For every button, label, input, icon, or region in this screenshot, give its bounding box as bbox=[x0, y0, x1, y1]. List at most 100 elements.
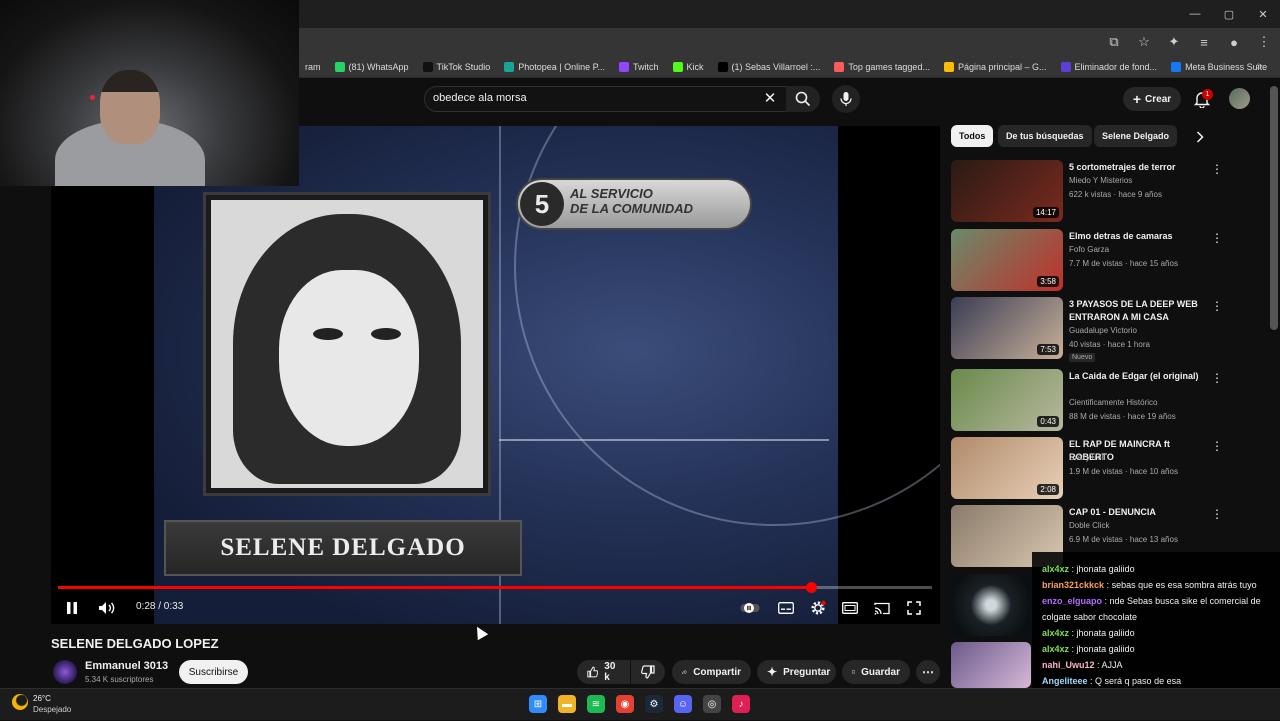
progress-bar[interactable] bbox=[58, 582, 932, 593]
recommendation-thumbnail[interactable]: 3:58 bbox=[951, 229, 1063, 291]
windows-start-icon[interactable]: ⊞ bbox=[529, 695, 547, 713]
media-controls-icon[interactable]: ≡ bbox=[1196, 35, 1212, 50]
pause-button[interactable] bbox=[63, 599, 81, 617]
recommendation-channel[interactable]: Miedo Y Misterios bbox=[1069, 176, 1132, 185]
volume-button[interactable] bbox=[97, 599, 117, 617]
recommendation-channel[interactable]: Fofo Garza bbox=[1069, 245, 1109, 254]
channel-avatar[interactable] bbox=[53, 660, 77, 684]
save-button[interactable]: Guardar bbox=[842, 660, 910, 684]
profile-icon[interactable]: ● bbox=[1226, 35, 1242, 50]
fullscreen-button[interactable] bbox=[905, 599, 923, 617]
channel-name[interactable]: Emmanuel 3013 bbox=[85, 660, 168, 672]
chat-text: jhonata galiido bbox=[1076, 628, 1135, 638]
video-duration: 0:43 bbox=[1037, 416, 1059, 427]
recommendation-channel[interactable]: Cientificamente Histórico bbox=[1069, 398, 1157, 407]
more-actions-button[interactable]: ⋯ bbox=[916, 660, 940, 684]
bookmarks-more-button[interactable]: » bbox=[1256, 56, 1262, 78]
chat-text: jhonata galiido bbox=[1076, 644, 1135, 654]
recommendation-thumbnail[interactable]: 7:53 bbox=[951, 297, 1063, 359]
bookmark-label: Photopea | Online P... bbox=[518, 61, 605, 72]
recommendation-item[interactable]: 0:43 La Caida de Edgar (el original) Cient… bbox=[951, 369, 1251, 431]
chip-from-your-searches[interactable]: De tus búsquedas bbox=[998, 125, 1092, 147]
steam-icon[interactable]: ⚙ bbox=[645, 695, 663, 713]
recommendation-title[interactable]: CAP 01 - DENUNCIA bbox=[1069, 506, 1209, 519]
bookmark-item[interactable]: Kick bbox=[666, 61, 711, 72]
bookmark-item[interactable]: Eliminador de fond... bbox=[1054, 61, 1165, 72]
recommendation-title[interactable]: La Caida de Edgar (el original) bbox=[1069, 370, 1209, 383]
browser-menu-icon[interactable]: ⋮ bbox=[1256, 34, 1272, 50]
more-vertical-icon[interactable]: ⋮ bbox=[1211, 299, 1223, 313]
close-window-button[interactable]: ✕ bbox=[1246, 0, 1280, 28]
fullscreen-icon bbox=[907, 601, 921, 615]
maximize-button[interactable]: ▢ bbox=[1212, 0, 1246, 28]
bookmark-item[interactable]: Página principal – G... bbox=[937, 61, 1054, 72]
minimize-button[interactable]: — bbox=[1178, 0, 1212, 28]
search-button[interactable] bbox=[786, 86, 820, 112]
voice-search-button[interactable] bbox=[832, 85, 860, 113]
settings-button[interactable] bbox=[809, 599, 827, 617]
create-button[interactable]: + Crear bbox=[1123, 87, 1181, 111]
search-input[interactable]: obedece ala morsa bbox=[433, 92, 733, 106]
bookmark-item[interactable]: (81) WhatsApp bbox=[328, 61, 416, 72]
more-vertical-icon[interactable]: ⋮ bbox=[1211, 231, 1223, 245]
bookmark-item[interactable]: TikTok Studio bbox=[416, 61, 498, 72]
subtitles-button[interactable] bbox=[777, 599, 795, 617]
bookmark-star-icon[interactable]: ☆ bbox=[1136, 34, 1152, 50]
cast-button[interactable] bbox=[873, 599, 891, 617]
recommendation-title[interactable]: 5 cortometrajes de terror bbox=[1069, 161, 1209, 174]
extensions-icon[interactable]: ✦ bbox=[1166, 34, 1182, 50]
install-app-icon[interactable]: ⧉ bbox=[1106, 34, 1122, 50]
obs-icon[interactable]: ◎ bbox=[703, 695, 721, 713]
dislike-button[interactable] bbox=[631, 660, 665, 684]
bookmark-item[interactable]: Photopea | Online P... bbox=[497, 61, 612, 72]
chip-selene-delgado[interactable]: Selene Delgado bbox=[1094, 125, 1178, 147]
page-scrollbar[interactable] bbox=[1270, 86, 1278, 330]
bookmark-item[interactable]: Twitch bbox=[612, 61, 666, 72]
recommendation-thumbnail[interactable]: 14:17 bbox=[951, 160, 1063, 222]
file-explorer-icon[interactable]: ▬ bbox=[558, 695, 576, 713]
recommendation-thumbnail[interactable]: 0:43 bbox=[951, 369, 1063, 431]
recommendation-channel[interactable]: Doble Click bbox=[1069, 521, 1109, 530]
autoplay-toggle[interactable] bbox=[740, 599, 760, 617]
weather-moon-icon[interactable] bbox=[12, 694, 28, 710]
like-button[interactable]: 30 k bbox=[577, 660, 630, 684]
user-avatar[interactable] bbox=[1229, 88, 1250, 109]
more-vertical-icon[interactable]: ⋮ bbox=[1211, 439, 1223, 453]
chat-message: alx4xz : jhonata galiido bbox=[1042, 641, 1274, 657]
video-player[interactable]: 5 AL SERVICIO DE LA COMUNIDAD SELENE DEL… bbox=[51, 126, 940, 624]
recommendation-item[interactable]: 7:53 3 PAYASOS DE LA DEEP WEB ENTRARON A … bbox=[951, 297, 1251, 362]
recommendation-thumbnail[interactable] bbox=[951, 574, 1031, 636]
spotify-icon[interactable]: ≋ bbox=[587, 695, 605, 713]
recommendation-item[interactable]: 3:58 Elmo detras de camaras Fofo Garza 7.7 … bbox=[951, 229, 1251, 291]
theater-mode-button[interactable] bbox=[841, 599, 859, 617]
more-vertical-icon[interactable]: ⋮ bbox=[1211, 507, 1223, 521]
recommendation-thumbnail[interactable] bbox=[951, 642, 1031, 688]
recommendation-item[interactable]: 14:17 5 cortometrajes de terror Miedo Y Mi… bbox=[951, 160, 1251, 222]
share-button[interactable]: Compartir bbox=[672, 660, 751, 684]
video-title: SELENE DELGADO LOPEZ bbox=[51, 636, 219, 651]
more-vertical-icon[interactable]: ⋮ bbox=[1211, 371, 1223, 385]
tiktok-live-icon[interactable]: ♪ bbox=[732, 695, 750, 713]
weather-description[interactable]: Despejado bbox=[33, 705, 71, 714]
bookmark-item[interactable]: Top games tagged... bbox=[827, 61, 937, 72]
subscribe-button[interactable]: Suscribirse bbox=[179, 660, 248, 684]
recommendation-channel[interactable]: CrazyTroll bbox=[1069, 453, 1105, 462]
search-clear-button[interactable]: ✕ bbox=[762, 91, 778, 107]
microphone-icon bbox=[840, 92, 852, 106]
recommendation-channel[interactable]: Guadalupe Victorio bbox=[1069, 326, 1137, 335]
recommendation-title[interactable]: Elmo detras de camaras bbox=[1069, 230, 1209, 243]
more-vertical-icon[interactable]: ⋮ bbox=[1211, 162, 1223, 176]
chips-next-button[interactable] bbox=[1196, 131, 1204, 146]
chip-all[interactable]: Todos bbox=[951, 125, 994, 147]
recommendation-item[interactable]: 2:08 EL RAP DE MAINCRA ft ROBERTO CrazyTro… bbox=[951, 437, 1251, 499]
bookmark-item[interactable]: ram bbox=[298, 62, 328, 72]
recommendation-thumbnail[interactable]: 2:08 bbox=[951, 437, 1063, 499]
weather-temperature[interactable]: 26°C bbox=[33, 694, 51, 703]
recommendation-title[interactable]: 3 PAYASOS DE LA DEEP WEB ENTRARON A MI C… bbox=[1069, 298, 1209, 324]
graphic-horizontal-line bbox=[499, 439, 829, 441]
bookmark-item[interactable]: (1) Sebas Villarroel :... bbox=[711, 61, 828, 72]
ask-button[interactable]: ✦ Preguntar bbox=[757, 660, 836, 684]
discord-icon[interactable]: ☺ bbox=[674, 695, 692, 713]
chrome-icon[interactable]: ◉ bbox=[616, 695, 634, 713]
recommendation-meta: 6.9 M de vistas · hace 13 años bbox=[1069, 535, 1178, 544]
